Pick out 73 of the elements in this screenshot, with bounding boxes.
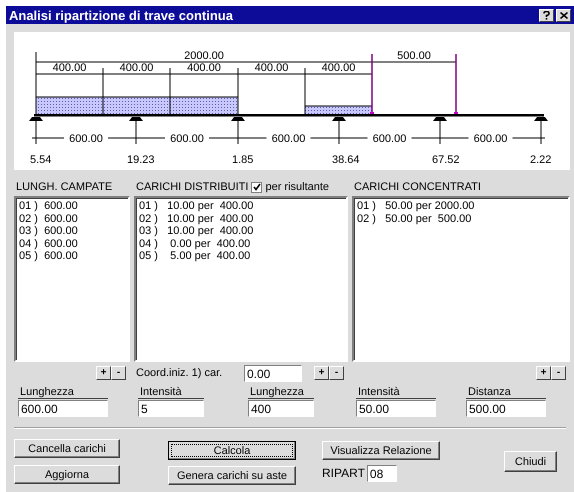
window-title: Analisi ripartizione di trave continua (9, 8, 234, 22)
list-item[interactable]: 02 ) 50.00 per 500.00 (357, 212, 565, 225)
dimension-label: 500.00 (397, 50, 431, 62)
support-icon (534, 117, 548, 121)
field-label: Lunghezza (248, 386, 314, 399)
field-label: Intensità (138, 386, 204, 399)
generate-loads-button[interactable]: Genera carichi su aste (168, 466, 296, 485)
group-title: CARICHI DISTRIBUITI (136, 181, 248, 193)
list-item[interactable]: 04 ) 600.00 (19, 238, 125, 250)
field-label: Distanza (466, 386, 546, 399)
list-item[interactable]: 03 ) 10.00 per 400.00 (139, 225, 343, 238)
help-icon (543, 10, 550, 20)
list-item[interactable]: 05 ) 5.00 per 400.00 (139, 250, 343, 262)
report-button[interactable]: Visualizza Relazione (322, 441, 440, 460)
dimension-label: 400.00 (187, 62, 221, 74)
help-button[interactable] (539, 8, 554, 22)
input-field[interactable]: 08 (366, 465, 397, 482)
span-list[interactable]: 01 ) 600.00 02 ) 600.00 03 ) 600.00 04 ) 600.00 05 ) 600.00 (14, 196, 130, 362)
remove-button[interactable]: - (551, 366, 566, 380)
field-label: Intensità (356, 386, 436, 399)
reaction-value: 38.64 (332, 154, 360, 166)
reaction-value: 67.52 (432, 154, 460, 166)
reaction-value: 1.85 (232, 154, 254, 166)
input-field[interactable]: 400 (248, 400, 314, 417)
list-item[interactable]: 04 ) 0.00 per 400.00 (139, 238, 343, 250)
close-icon (560, 12, 568, 18)
checkbox-label: per risultante (265, 181, 330, 193)
coord-label: Coord.iniz. 1) car. (135, 367, 222, 379)
close-dialog-button[interactable]: Chiudi (504, 451, 557, 472)
list-item[interactable]: 01 ) 10.00 per 400.00 (139, 200, 343, 212)
remove-button[interactable]: - (329, 366, 344, 380)
list-item[interactable]: 02 ) 600.00 (19, 212, 125, 225)
input-field[interactable]: 5 (138, 400, 204, 417)
reaction-value: 5.54 (30, 154, 52, 166)
field-label: Lunghezza (18, 386, 108, 399)
load-list[interactable]: 01 ) 50.00 per 2000.00 02 ) 50.00 per 500.00 (352, 196, 570, 362)
input-field[interactable]: 500.00 (466, 400, 546, 417)
add-button[interactable]: + (314, 366, 329, 380)
dimension-label: 600.00 (170, 133, 204, 145)
dimension-label: 600.00 (474, 133, 508, 145)
point-load (454, 54, 458, 115)
reaction-value: 2.22 (530, 154, 552, 166)
load-list[interactable]: 01 ) 10.00 per 400.00 02 ) 10.00 per 400.00 03 ) 10.00 per 400.00 04 ) 0.00 per 400.00 05 ) 5.00 per 400.00 (134, 196, 348, 362)
input-field[interactable]: 600.00 (18, 400, 108, 417)
list-item[interactable]: 01 ) 600.00 (19, 200, 125, 212)
dimension-label: 400.00 (120, 62, 154, 74)
point-load (370, 54, 374, 115)
list-item[interactable]: 02 ) 10.00 per 400.00 (139, 212, 343, 225)
checkbox[interactable] (251, 182, 262, 192)
list-item[interactable]: 01 ) 50.00 per 2000.00 (357, 200, 565, 212)
clear-loads-button[interactable]: Cancella carichi (14, 439, 120, 458)
update-button[interactable]: Aggiorna (14, 465, 120, 484)
group-title: LUNGH. CAMPATE (16, 181, 112, 193)
input-field[interactable]: 50.00 (356, 400, 436, 417)
ripart-label: RIPART (322, 466, 365, 480)
list-item[interactable]: 03 ) 600.00 (19, 225, 125, 238)
dimension-label: 2000.00 (184, 50, 224, 62)
dimension-label: 400.00 (254, 62, 288, 74)
add-button[interactable]: + (536, 366, 551, 380)
input-field[interactable]: 0.00 (244, 365, 302, 382)
dimension-label: 600.00 (69, 133, 103, 145)
dimension-label: 400.00 (322, 62, 356, 74)
dimension-label: 400.00 (52, 62, 86, 74)
list-item[interactable]: 05 ) 600.00 (19, 250, 125, 262)
dimension-label: 600.00 (372, 133, 406, 145)
add-button[interactable]: + (96, 366, 111, 380)
group-title: CARICHI CONCENTRATI (354, 181, 481, 193)
reaction-value: 19.23 (127, 154, 155, 166)
compute-button[interactable]: Calcola (168, 441, 296, 460)
support-icon (29, 117, 43, 121)
close-button[interactable] (556, 8, 571, 22)
remove-button[interactable]: - (111, 366, 126, 380)
dimension-label: 600.00 (272, 133, 306, 145)
